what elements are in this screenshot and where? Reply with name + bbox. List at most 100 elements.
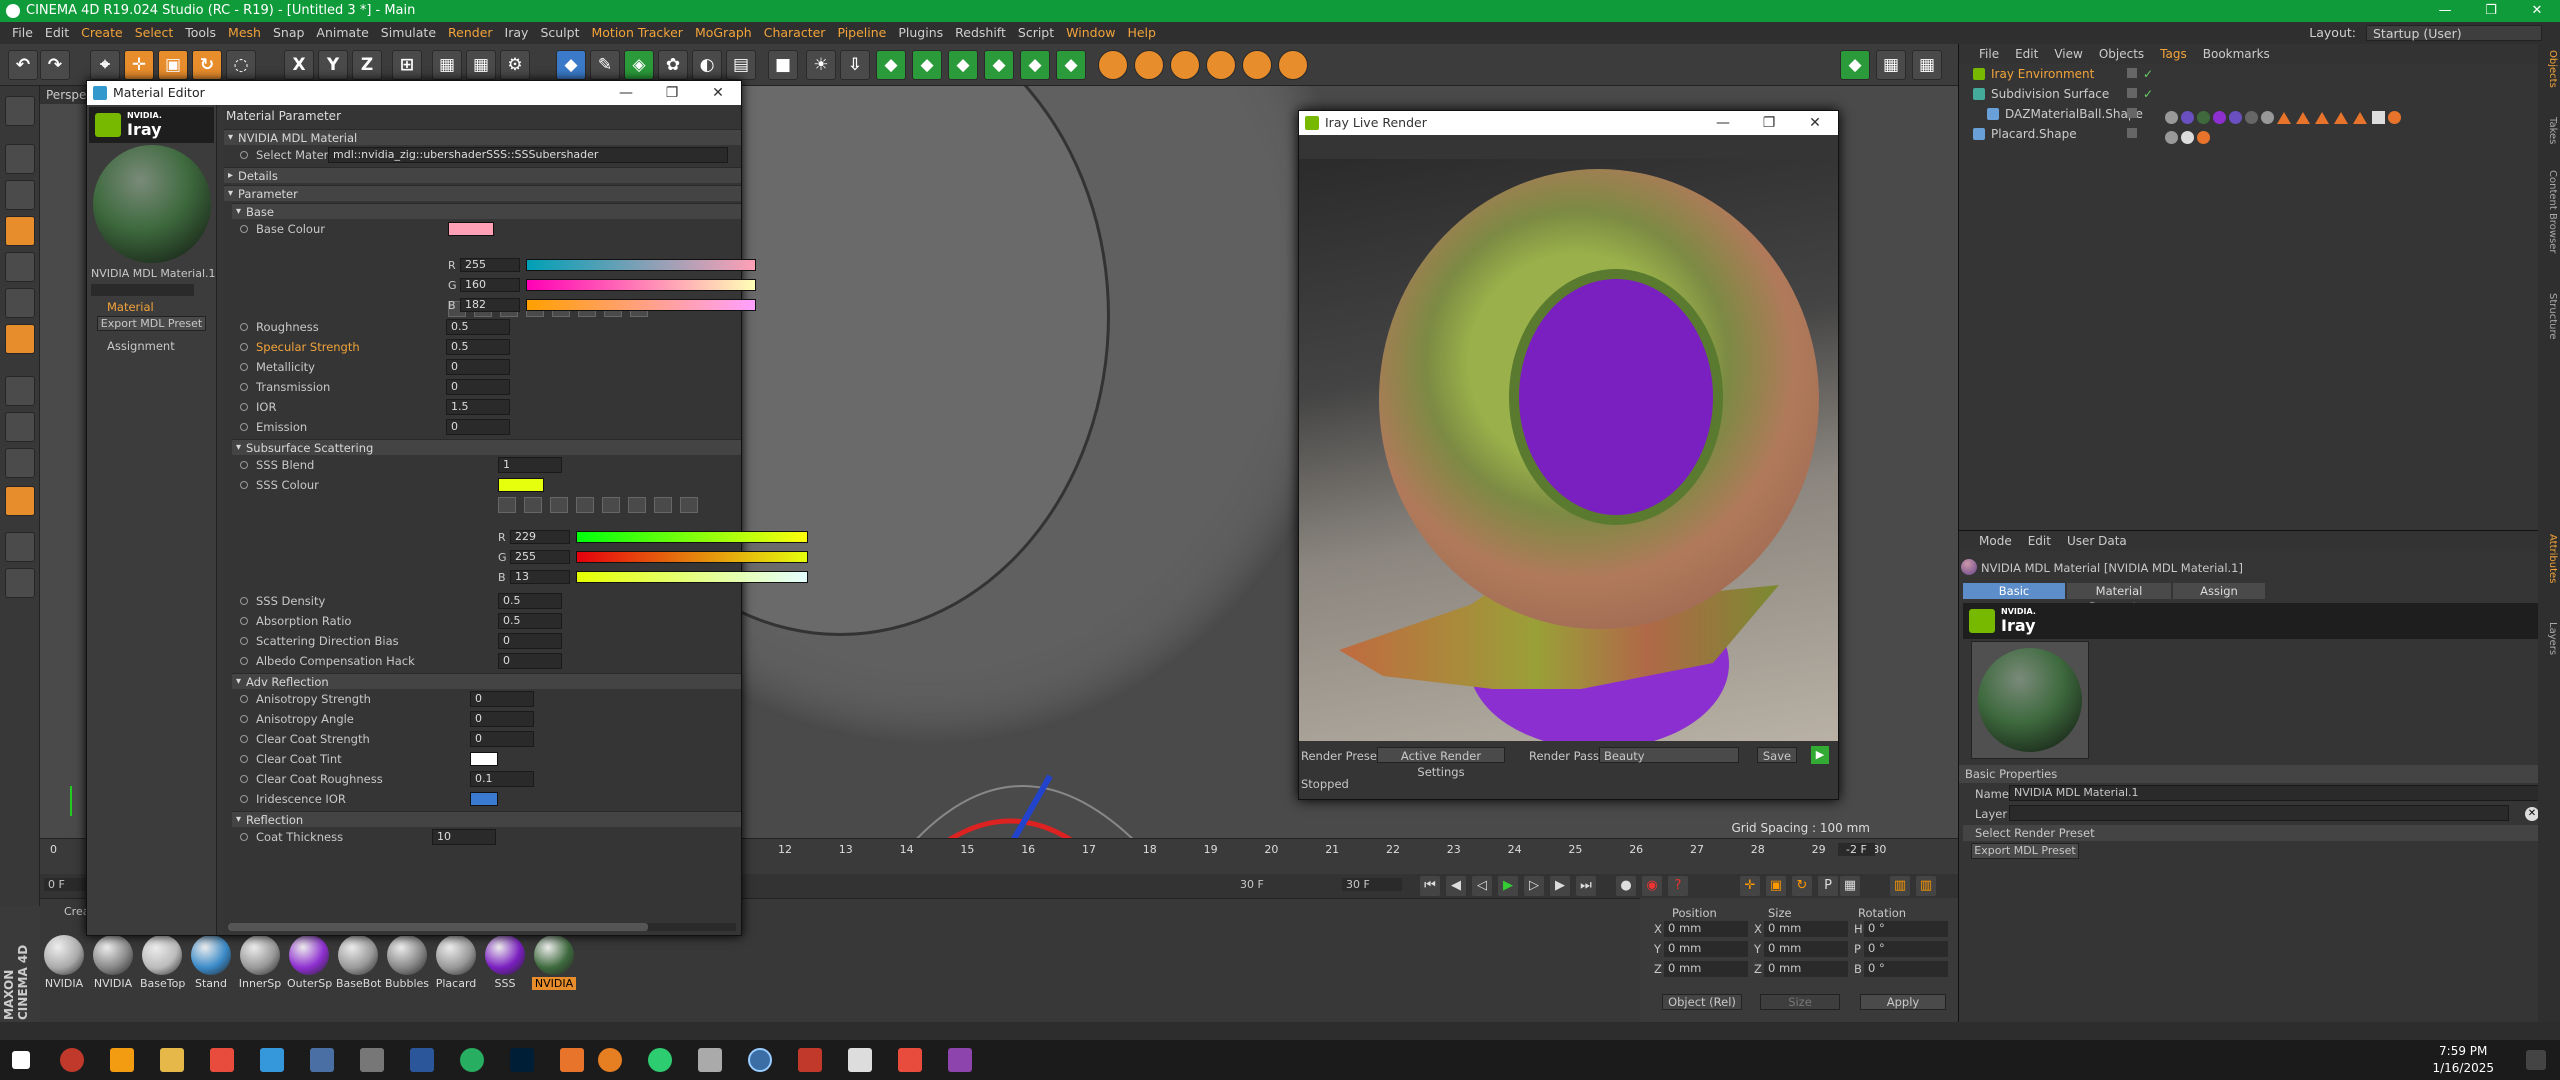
phong-tag-icon[interactable] <box>2334 111 2348 124</box>
brave-icon[interactable] <box>898 1048 922 1072</box>
material-thumb-1[interactable]: NVIDIA <box>91 935 135 990</box>
clear-coat-roughness-radio[interactable] <box>240 775 248 783</box>
render-picture-viewer-button[interactable]: ▦ <box>466 50 496 80</box>
material-thumb-0[interactable]: NVIDIA <box>42 935 86 990</box>
iray-tool-2-button[interactable]: ◆ <box>912 50 942 80</box>
pla-key-button[interactable]: ▦ <box>1840 876 1860 896</box>
app-icon-6[interactable] <box>848 1048 872 1072</box>
next-frame-button[interactable]: ▷ <box>1524 876 1544 896</box>
nvidia-mdl-material-section[interactable]: NVIDIA MDL Material <box>224 129 741 146</box>
size-y-field[interactable]: 0 mm <box>1764 941 1848 957</box>
iray-tool-1-button[interactable]: ◆ <box>876 50 906 80</box>
render-pass-dropdown[interactable]: Beauty <box>1599 747 1739 763</box>
close-button[interactable]: ✕ <box>2514 0 2560 22</box>
record-button[interactable]: ● <box>1616 876 1636 896</box>
material-tag-icon[interactable] <box>2165 111 2178 124</box>
texture-mode-button[interactable] <box>5 180 35 210</box>
layer-clear-icon[interactable]: ✕ <box>2525 807 2539 821</box>
minimize-button[interactable]: — <box>2422 0 2468 22</box>
absorption-ratio-field[interactable]: 0.5 <box>498 613 562 629</box>
specular-strength-field[interactable]: 0.5 <box>446 339 510 355</box>
rotation-h-field[interactable]: 0 ° <box>1864 921 1948 937</box>
live-selection-button[interactable]: ⌖ <box>90 50 120 80</box>
layout-dropdown[interactable]: Startup (User) <box>2366 25 2542 41</box>
reflection-section[interactable]: Reflection <box>232 811 741 828</box>
scattering-direction-bias-field[interactable]: 0 <box>498 633 562 649</box>
material-thumb-9[interactable]: SSS <box>483 935 527 990</box>
app-icon-5[interactable] <box>648 1048 672 1072</box>
scrollbar-thumb[interactable] <box>228 923 648 931</box>
menu-redshift[interactable]: Redshift <box>949 22 1012 44</box>
photoshop-icon[interactable] <box>510 1048 534 1072</box>
material-thumb-7[interactable]: Bubbles <box>385 935 429 990</box>
metallicity-field[interactable]: 0 <box>446 359 510 375</box>
phong-tag-icon[interactable] <box>2315 111 2329 124</box>
enabled-check-icon[interactable]: ✓ <box>2143 84 2153 104</box>
redshift-tool-6-button[interactable] <box>1278 50 1308 80</box>
model-mode-button[interactable] <box>5 144 35 174</box>
goto-end-button[interactable]: ⏭ <box>1576 876 1596 896</box>
rotation-b-field[interactable]: 0 ° <box>1864 961 1948 977</box>
tab-basic[interactable]: Basic <box>1963 583 2065 599</box>
maximize-button[interactable]: ❐ <box>2468 0 2514 22</box>
object-row-placard-shape[interactable]: Placard.Shape <box>1959 124 2538 144</box>
coordinate-mode-dropdown[interactable]: Object (Rel) <box>1662 994 1742 1010</box>
menu-animate[interactable]: Animate <box>310 22 374 44</box>
pen-tool-button[interactable]: ✎ <box>590 50 620 80</box>
attr-preview-sphere[interactable] <box>1978 648 2082 752</box>
iray-tool-4-button[interactable]: ◆ <box>984 50 1014 80</box>
sss-g-field[interactable]: 255 <box>510 550 570 564</box>
anisotropy-angle-field[interactable]: 0 <box>470 711 534 727</box>
scene-floor-button[interactable]: ▤ <box>726 50 756 80</box>
visibility-icon[interactable] <box>2127 108 2137 118</box>
menu-simulate[interactable]: Simulate <box>375 22 442 44</box>
sss-r-slider[interactable] <box>576 531 808 543</box>
autokey-button[interactable]: ◉ <box>1642 876 1662 896</box>
opera-icon[interactable] <box>60 1048 84 1072</box>
subsurface-scattering-section[interactable]: Subsurface Scattering <box>232 439 741 456</box>
clear-coat-strength-radio[interactable] <box>240 735 248 743</box>
iray-close-button[interactable]: ✕ <box>1792 111 1838 135</box>
calendar-button[interactable]: ▦ <box>1876 50 1906 80</box>
sss-blend-field[interactable]: 1 <box>498 457 562 473</box>
move-tool-button[interactable]: ✛ <box>124 50 154 80</box>
base-r-field[interactable]: 255 <box>460 258 520 272</box>
object-menu-bookmarks[interactable]: Bookmarks <box>2195 44 2278 64</box>
start-render-button[interactable]: ▶ <box>1811 746 1829 764</box>
ior-radio[interactable] <box>240 403 248 411</box>
anisotropy-strength-radio[interactable] <box>240 695 248 703</box>
layer-button-2[interactable] <box>5 568 35 598</box>
file-explorer-icon[interactable] <box>160 1048 184 1072</box>
material-tag-icon[interactable] <box>2181 131 2194 144</box>
scale-key-button[interactable]: ▣ <box>1766 876 1786 896</box>
snap-button[interactable] <box>5 448 35 478</box>
sss-b-slider[interactable] <box>576 571 808 583</box>
menu-tools[interactable]: Tools <box>179 22 222 44</box>
object-menu-view[interactable]: View <box>2046 44 2090 64</box>
sss-b-field[interactable]: 13 <box>510 570 570 584</box>
parameter-section[interactable]: Parameter <box>224 185 741 202</box>
right-tab-structure[interactable]: Structure <box>2540 293 2558 340</box>
menu-select[interactable]: Select <box>129 22 180 44</box>
export-mdl-preset-button[interactable]: Export MDL Preset <box>97 316 206 331</box>
redshift-tool-5-button[interactable] <box>1242 50 1272 80</box>
base-g-field[interactable]: 160 <box>460 278 520 292</box>
tab-material-parameter[interactable]: Material Parameter <box>2067 583 2171 614</box>
current-frame-field[interactable]: -2 F <box>1838 843 1875 856</box>
sss-colour-swatch[interactable] <box>498 478 544 492</box>
menu-render[interactable]: Render <box>442 22 499 44</box>
material-editor-minimize-button[interactable]: — <box>603 81 649 105</box>
array-button[interactable]: ✿ <box>658 50 688 80</box>
menu-mograph[interactable]: MoGraph <box>689 22 758 44</box>
albedo-compensation-hack-field[interactable]: 0 <box>498 653 562 669</box>
app-icon-4[interactable] <box>560 1048 584 1072</box>
right-tab-content-browser[interactable]: Content Browser <box>2540 170 2558 253</box>
material-tag-icon[interactable] <box>2197 111 2210 124</box>
z-axis-button[interactable]: Z <box>352 50 382 80</box>
object-row-iray-environment[interactable]: Iray Environment ✓ <box>1959 64 2538 84</box>
skype-icon[interactable] <box>260 1048 284 1072</box>
iray-logo-button[interactable]: ◆ <box>1840 50 1870 80</box>
iray-minimize-button[interactable]: — <box>1700 111 1746 135</box>
sss-g-slider[interactable] <box>576 551 808 563</box>
workplane-button[interactable] <box>5 216 35 246</box>
